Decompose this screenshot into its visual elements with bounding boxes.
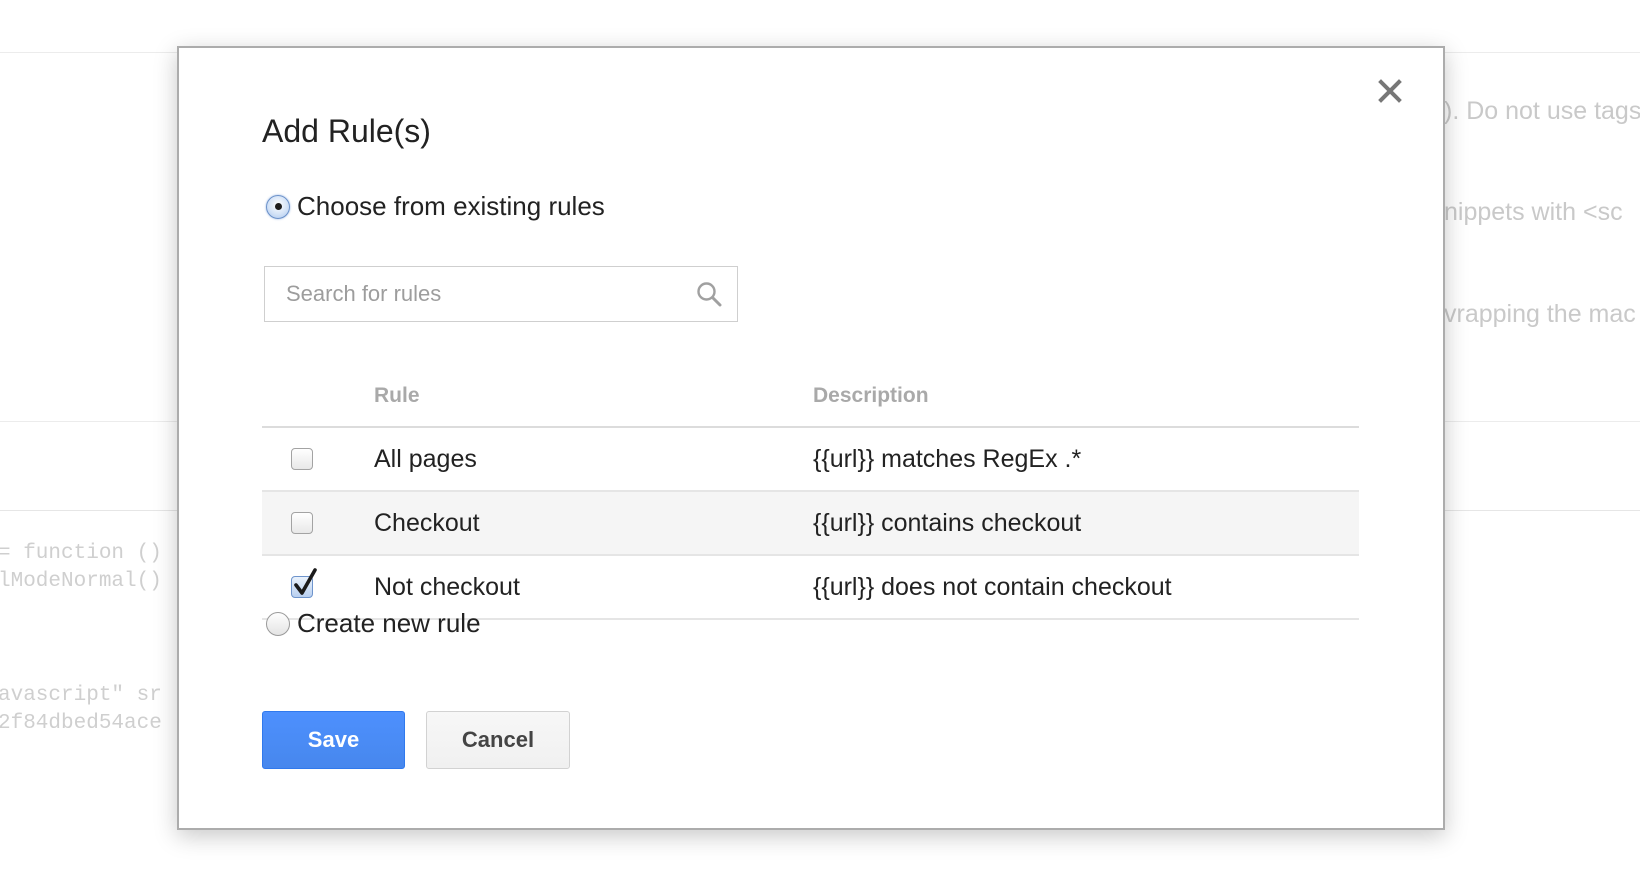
rule-description: {{url}} contains checkout xyxy=(813,509,1082,537)
rule-name: All pages xyxy=(374,445,477,473)
checkbox-box xyxy=(291,512,313,534)
rule-column-header: Rule xyxy=(374,384,420,407)
radio-selected-dot xyxy=(274,203,282,210)
bg-code-line: 2f84dbed54ace xyxy=(0,712,162,735)
bg-text-line: ). Do not use tags xyxy=(1444,97,1640,125)
table-row[interactable]: Checkout {{url}} contains checkout xyxy=(262,492,1359,556)
description-column-header: Description xyxy=(813,384,929,407)
rule-checkbox[interactable] xyxy=(291,568,317,598)
rule-name: Checkout xyxy=(374,509,480,537)
bg-code-line: = function () xyxy=(0,542,162,565)
bg-code-line: avascript" sr xyxy=(0,684,162,707)
cancel-button[interactable]: Cancel xyxy=(426,711,570,769)
table-header: Rule Description xyxy=(262,374,1359,428)
existing-rules-label: Choose from existing rules xyxy=(297,191,605,221)
close-button[interactable] xyxy=(1373,74,1407,108)
create-rule-label: Create new rule xyxy=(297,608,481,638)
dialog-title: Add Rule(s) xyxy=(262,113,431,149)
checkbox-box xyxy=(291,448,313,470)
create-rule-option[interactable]: Create new rule xyxy=(266,608,481,639)
bg-text-line: nippets with <sc xyxy=(1444,198,1623,226)
search-icon[interactable] xyxy=(694,279,724,309)
bg-text-line: vrapping the mac xyxy=(1444,300,1636,328)
rule-description: {{url}} matches RegEx .* xyxy=(813,445,1082,473)
table-row[interactable]: All pages {{url}} matches RegEx .* xyxy=(262,428,1359,492)
create-rule-radio[interactable] xyxy=(266,611,290,636)
search-input[interactable] xyxy=(265,267,694,321)
bg-code-line: lModeNormal() xyxy=(0,570,162,593)
rule-checkbox[interactable] xyxy=(291,448,313,470)
close-icon xyxy=(1378,79,1402,103)
existing-rules-option[interactable]: Choose from existing rules xyxy=(266,191,605,222)
save-button[interactable]: Save xyxy=(262,711,405,769)
rule-description: {{url}} does not contain checkout xyxy=(813,573,1172,601)
rule-name: Not checkout xyxy=(374,573,520,601)
existing-rules-radio[interactable] xyxy=(266,194,290,219)
checkmark-icon xyxy=(294,568,317,595)
add-rules-dialog: Add Rule(s) Choose from existing rules R… xyxy=(177,46,1445,830)
rule-checkbox[interactable] xyxy=(291,512,313,534)
checkbox-box xyxy=(291,568,317,598)
rules-table: Rule Description All pages {{url}} match… xyxy=(262,374,1359,620)
search-box xyxy=(264,266,738,322)
